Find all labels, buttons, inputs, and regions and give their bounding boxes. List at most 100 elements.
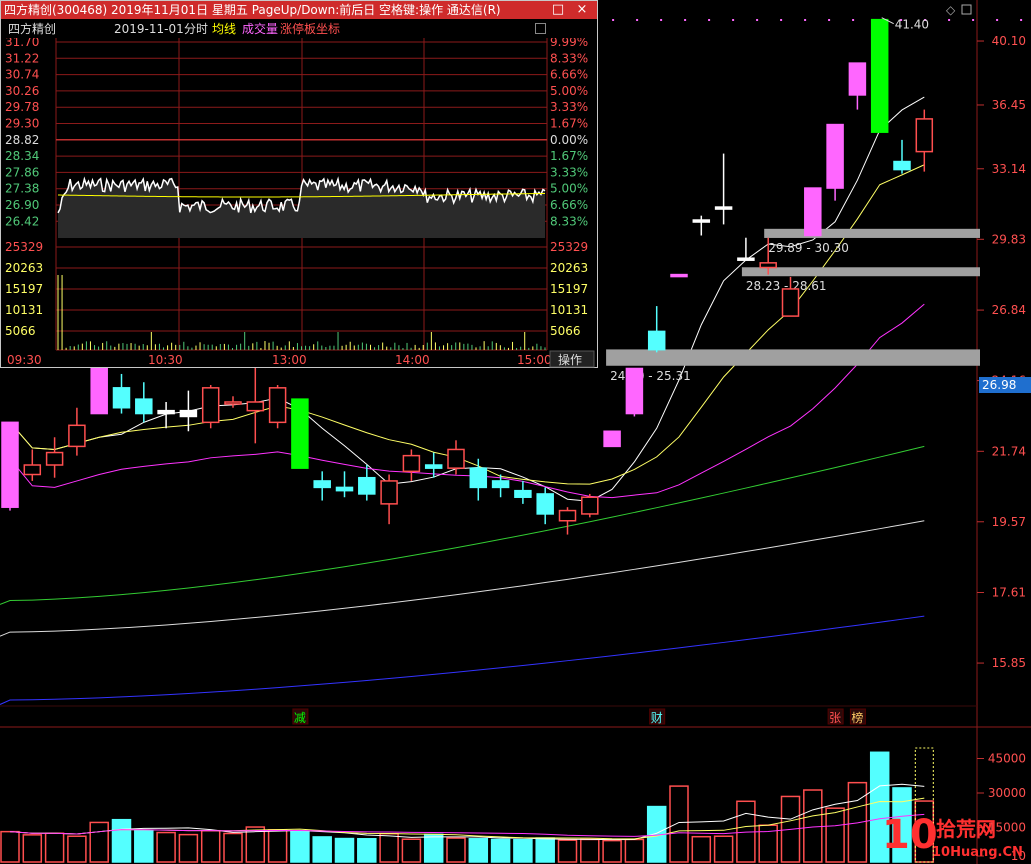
intraday-price-label: 29.78 <box>5 100 39 114</box>
candle-body <box>647 330 666 351</box>
volume-bar <box>468 838 489 863</box>
volume-bar <box>134 829 154 863</box>
price-axis-label: 40.10 <box>992 34 1026 48</box>
candle-body <box>893 160 911 171</box>
ma60-line <box>0 445 925 605</box>
candle-body <box>291 398 309 469</box>
intraday-price-label: 27.86 <box>5 165 39 179</box>
top-dot <box>804 19 807 21</box>
price-axis-label: 15.85 <box>992 656 1026 670</box>
minimize-icon[interactable]: □ <box>547 1 569 19</box>
volume-bar <box>290 830 310 863</box>
top-dot <box>852 19 855 21</box>
candle-body <box>313 480 331 489</box>
intraday-action-label: 操作 <box>558 352 582 367</box>
watermark-ten-icon: 10 <box>882 812 938 858</box>
intraday-price-label: 26.42 <box>5 214 39 228</box>
volume-bar <box>513 838 533 863</box>
volume-bar <box>312 836 332 863</box>
support-zone-label: 29.89 - 30.30 <box>768 241 849 255</box>
intraday-price-label: 30.26 <box>5 84 39 98</box>
candle-body <box>737 257 755 261</box>
candle-body <box>112 387 131 409</box>
intraday-pct-label: 9.99% <box>550 38 588 49</box>
volume-label[interactable]: 成交量 <box>242 20 278 38</box>
price-axis-label: 36.45 <box>992 98 1026 112</box>
intraday-price-label: 27.38 <box>5 182 39 196</box>
candle-body <box>268 387 287 424</box>
price-axis-label: 33.14 <box>992 162 1026 176</box>
support-zone-bar <box>606 349 980 366</box>
top-dot <box>660 19 663 21</box>
intraday-time-label: 14:00 <box>395 353 430 367</box>
popup-title-bar[interactable]: 四方精创(300468) 2019年11月01日 星期五 PageUp/Down… <box>1 1 597 19</box>
intraday-popup-window[interactable]: 四方精创(300468) 2019年11月01日 星期五 PageUp/Down… <box>0 0 598 368</box>
watermark-text-a: 拾荒网 <box>936 817 996 841</box>
volume-bar <box>691 835 712 863</box>
candle-body <box>781 288 800 317</box>
top-dot <box>708 19 711 21</box>
top-dot <box>684 19 687 21</box>
intraday-price-label: 28.82 <box>5 133 39 147</box>
candle-body <box>358 476 376 495</box>
corner-box-icon[interactable] <box>535 23 546 34</box>
diamond-icon: ◇ <box>946 3 956 17</box>
volume-bar <box>847 781 868 863</box>
candle-body <box>870 18 889 133</box>
candle-body <box>514 489 532 498</box>
ma120-line <box>0 520 925 637</box>
intraday-info-bar: 四方精创 2019-11-01 分时 均线 成交量 涨停板坐标 <box>2 20 596 38</box>
candle-body <box>335 486 354 492</box>
candle-body <box>625 367 644 415</box>
intraday-chart[interactable]: 31.70 9.99% 31.22 8.33% 30.74 6.66% 30.26 5.00%… <box>2 38 596 368</box>
top-dot <box>636 19 639 21</box>
candle-body <box>714 206 733 210</box>
top-dot <box>996 19 999 21</box>
limit-coord-label[interactable]: 涨停板坐标 <box>280 20 340 38</box>
candle-body <box>424 464 443 469</box>
intraday-pct-label: 5.00% <box>550 84 588 98</box>
volume-bar <box>490 838 511 863</box>
avg-line-label[interactable]: 均线 <box>212 20 236 38</box>
volume-axis-label: 30000 <box>988 786 1026 800</box>
volume-bar <box>223 832 243 863</box>
volume-bar <box>267 829 288 863</box>
intraday-time-label: 13:00 <box>272 353 307 367</box>
intraday-time-label: 09:30 <box>7 353 42 367</box>
price-axis-label: 29.83 <box>992 232 1026 246</box>
volume-bar <box>111 818 132 863</box>
candle-body <box>581 496 599 515</box>
candle-body <box>1 421 19 508</box>
intraday-vol-label-right: 20263 <box>550 261 588 275</box>
candle-body <box>804 187 822 237</box>
price-axis-label: 26.84 <box>992 303 1026 317</box>
intraday-time-label: 15:00 <box>517 353 552 367</box>
ma250-line <box>0 615 925 705</box>
volume-bar <box>580 838 600 863</box>
volume-bar <box>200 829 221 863</box>
popup-title-text: 四方精创(300468) 2019年11月01日 星期五 PageUp/Down… <box>4 3 501 17</box>
event-marker-label: 财 <box>651 711 663 725</box>
intraday-vol-label: 15197 <box>5 282 43 296</box>
event-marker-label: 张 <box>829 711 841 725</box>
intraday-pct-label: 3.33% <box>550 100 588 114</box>
intraday-time-label: 10:30 <box>148 353 183 367</box>
intraday-date: 2019-11-01 <box>114 22 184 36</box>
intraday-vol-label: 5066 <box>5 324 36 338</box>
close-icon[interactable]: × <box>571 1 593 19</box>
volume-bar <box>156 831 176 863</box>
volume-bar <box>0 830 20 863</box>
event-marker-label: 榜 <box>851 710 863 725</box>
intraday-pct-label: 6.66% <box>550 198 588 212</box>
mode-label: 分时 <box>184 22 209 36</box>
volume-axis-label: 45000 <box>988 752 1026 766</box>
top-dot <box>828 19 831 21</box>
volume-bar <box>67 835 87 863</box>
volume-bar <box>713 835 734 863</box>
intraday-price-label: 28.34 <box>5 149 39 163</box>
candle-body <box>179 409 198 418</box>
volume-bar <box>446 837 466 863</box>
intraday-pct-label: 1.67% <box>550 117 588 131</box>
candle-body <box>670 273 688 278</box>
candle-body <box>536 493 554 515</box>
